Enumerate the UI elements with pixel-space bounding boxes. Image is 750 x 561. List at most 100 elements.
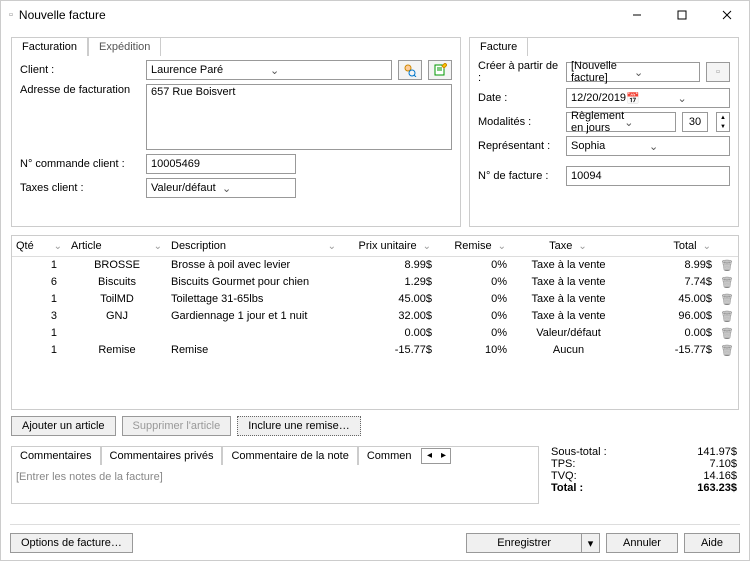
minimize-button[interactable]	[614, 1, 659, 29]
tab-billing[interactable]: Facturation	[11, 37, 88, 56]
tab-comments-note[interactable]: Commentaire de la note	[222, 446, 357, 465]
invnum-label: N° de facture :	[478, 170, 560, 182]
cell-tax: Taxe à la vente	[511, 309, 626, 324]
delete-row-icon[interactable]: 🗑	[716, 275, 738, 290]
delete-row-icon[interactable]: 🗑	[716, 326, 738, 341]
col-article[interactable]: Article⌄	[67, 236, 167, 256]
tab-scroll[interactable]: ◂▸	[421, 448, 451, 464]
cell-total: 96.00$	[626, 309, 716, 324]
subtotal-label: Sous-total :	[551, 446, 607, 458]
address-label: Adresse de facturation	[20, 84, 140, 96]
cell-qty: 1	[12, 292, 67, 307]
cell-price: -15.77$	[341, 343, 436, 358]
invnum-field[interactable]	[566, 166, 730, 186]
delete-row-icon[interactable]: 🗑	[716, 309, 738, 324]
table-row[interactable]: 3GNJGardiennage 1 jour et 1 nuit32.00$0%…	[12, 308, 738, 325]
tab-invoice[interactable]: Facture	[469, 37, 528, 56]
doc-icon: ▫	[9, 9, 13, 21]
cell-article: Biscuits	[67, 275, 167, 290]
edit-client-button[interactable]	[428, 60, 452, 80]
rep-value: Sophia	[571, 140, 649, 152]
line-items-grid: Qté⌄ Article⌄ Description⌄ Prix unitaire…	[11, 235, 739, 410]
cell-discount: 0%	[436, 275, 511, 290]
comments-placeholder[interactable]: [Entrer les notes de la facture]	[12, 469, 538, 503]
total-label: Total :	[551, 482, 583, 494]
delete-row-icon[interactable]: 🗑	[716, 343, 738, 358]
address-field[interactable]: 657 Rue Boisvert	[146, 84, 452, 150]
total-value: 163.23$	[697, 482, 737, 494]
cell-desc: Gardiennage 1 jour et 1 nuit	[167, 309, 341, 324]
maximize-button[interactable]	[659, 1, 704, 29]
cell-qty: 1	[12, 258, 67, 273]
cell-price: 0.00$	[341, 326, 436, 341]
cell-desc: Toilettage 31-65lbs	[167, 292, 341, 307]
cell-desc: Remise	[167, 343, 341, 358]
create-extra-button: ▫	[706, 62, 730, 82]
subtotal-value: 141.97$	[697, 446, 737, 458]
help-button[interactable]: Aide	[684, 533, 740, 553]
cell-desc: Brosse à poil avec levier	[167, 258, 341, 273]
rep-label: Représentant :	[478, 140, 560, 152]
date-picker[interactable]: 12/20/2019 📅 ⌄	[566, 88, 730, 108]
delete-row-icon[interactable]: 🗑	[716, 292, 738, 307]
delete-row-icon[interactable]: 🗑	[716, 258, 738, 273]
rep-combo[interactable]: Sophia ⌄	[566, 136, 730, 156]
cell-discount: 10%	[436, 343, 511, 358]
find-client-button[interactable]	[398, 60, 422, 80]
create-combo[interactable]: [Nouvelle facture] ⌄	[566, 62, 700, 82]
table-row[interactable]: 10.00$0%Valeur/défaut0.00$🗑	[12, 325, 738, 342]
terms-days-field[interactable]	[682, 112, 708, 132]
days-spinner[interactable]: ▲▼	[716, 112, 730, 132]
invoice-options-button[interactable]: Options de facture…	[10, 533, 133, 553]
save-button[interactable]: Enregistrer ▾	[466, 533, 600, 553]
cell-article	[67, 326, 167, 341]
col-total[interactable]: Total⌄	[626, 236, 716, 256]
save-dropdown[interactable]: ▾	[582, 533, 600, 553]
cell-article: BROSSE	[67, 258, 167, 273]
col-qty[interactable]: Qté⌄	[12, 236, 67, 256]
delete-item-button[interactable]: Supprimer l'article	[122, 416, 232, 436]
col-discount[interactable]: Remise⌄	[436, 236, 511, 256]
order-field[interactable]	[146, 154, 296, 174]
include-discount-button[interactable]: Inclure une remise…	[237, 416, 361, 436]
cell-qty: 1	[12, 326, 67, 341]
calendar-icon: 📅	[626, 92, 675, 105]
order-label: N° commande client :	[20, 158, 140, 170]
tab-comments[interactable]: Commentaires	[11, 446, 101, 465]
chevron-down-icon: ⌄	[222, 182, 293, 195]
cell-price: 32.00$	[341, 309, 436, 324]
cell-qty: 1	[12, 343, 67, 358]
client-combo[interactable]: Laurence Paré ⌄	[146, 60, 392, 80]
cancel-button[interactable]: Annuler	[606, 533, 678, 553]
cell-discount: 0%	[436, 326, 511, 341]
create-value: [Nouvelle facture]	[571, 60, 634, 84]
cell-desc	[167, 326, 341, 341]
tvq-label: TVQ:	[551, 470, 577, 482]
cell-total: 8.99$	[626, 258, 716, 273]
client-value: Laurence Paré	[151, 64, 270, 76]
chevron-down-icon: ⌄	[678, 92, 727, 105]
tab-shipping[interactable]: Expédition	[88, 37, 161, 56]
table-row[interactable]: 1BROSSEBrosse à poil avec levier8.99$0%T…	[12, 257, 738, 274]
chevron-down-icon: ⌄	[270, 64, 389, 77]
save-label: Enregistrer	[466, 533, 582, 553]
table-row[interactable]: 6BiscuitsBiscuits Gourmet pour chien1.29…	[12, 274, 738, 291]
cell-article: Remise	[67, 343, 167, 358]
tab-comments-private[interactable]: Commentaires privés	[101, 446, 223, 465]
terms-combo[interactable]: Règlement en jours ⌄	[566, 112, 676, 132]
chevron-down-icon: ⌄	[634, 66, 697, 79]
close-button[interactable]	[704, 1, 749, 29]
col-tax[interactable]: Taxe⌄	[511, 236, 626, 256]
cell-qty: 3	[12, 309, 67, 324]
table-row[interactable]: 1ToilMDToilettage 31-65lbs45.00$0%Taxe à…	[12, 291, 738, 308]
tab-comments-more[interactable]: Commen	[358, 446, 420, 465]
taxes-label: Taxes client :	[20, 182, 140, 194]
cell-tax: Taxe à la vente	[511, 275, 626, 290]
titlebar: ▫ Nouvelle facture	[1, 1, 749, 29]
cell-article: GNJ	[67, 309, 167, 324]
col-price[interactable]: Prix unitaire⌄	[341, 236, 436, 256]
taxes-combo[interactable]: Valeur/défaut ⌄	[146, 178, 296, 198]
add-item-button[interactable]: Ajouter un article	[11, 416, 116, 436]
table-row[interactable]: 1RemiseRemise-15.77$10%Aucun-15.77$🗑	[12, 342, 738, 359]
col-description[interactable]: Description⌄	[167, 236, 341, 256]
